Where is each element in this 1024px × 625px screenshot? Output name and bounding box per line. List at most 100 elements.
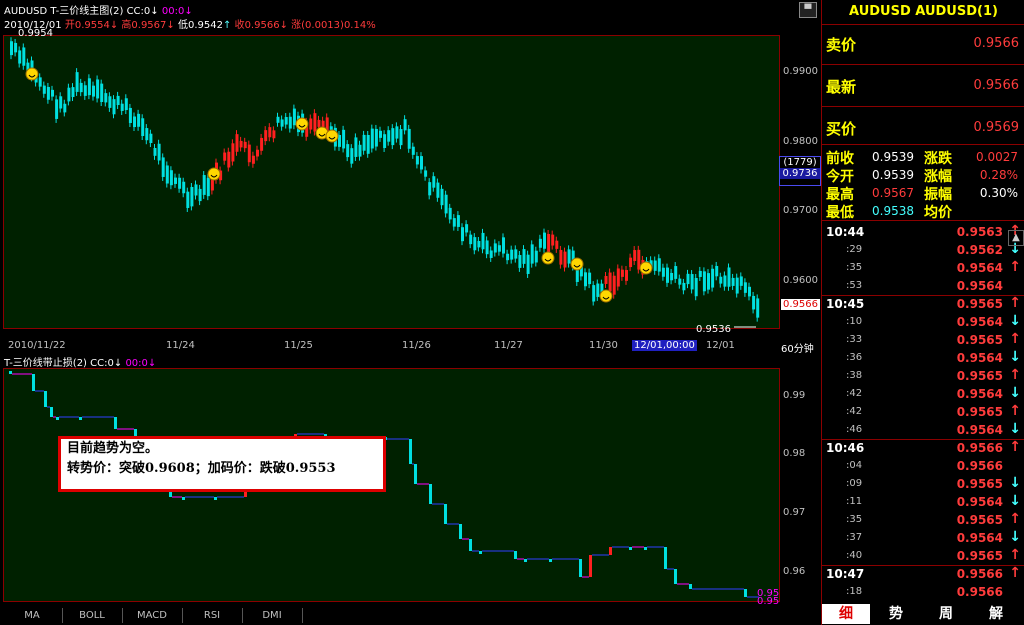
candle: [465, 224, 469, 233]
stat-value: 0.30%: [979, 186, 1018, 200]
tick-price: 0.9566: [956, 441, 1003, 455]
candle: [748, 286, 751, 297]
candle: [497, 245, 501, 252]
tick-row: :33 0.9565 ↑: [822, 331, 1024, 349]
candle: [256, 149, 259, 157]
tab-week[interactable]: 周: [922, 604, 970, 624]
candle: [653, 260, 657, 271]
candle: [137, 113, 141, 127]
arrow-up-icon: ↑: [1009, 331, 1021, 347]
candle: [108, 96, 112, 108]
tick-row: :11 0.9564 ↓: [822, 493, 1024, 511]
candle: [407, 128, 411, 149]
candle: [239, 140, 243, 148]
candle: [358, 144, 362, 157]
candle: [374, 128, 378, 147]
tick-price: 0.9562: [956, 243, 1003, 257]
tick-row: :35 0.9564 ↑: [822, 259, 1024, 277]
main-candlestick-plot[interactable]: 0.9954 0.9536: [3, 28, 780, 335]
ohlc-readout: 2010/12/01 开0.9554↓ 高0.9567↓ 低0.9542↑ 收0…: [4, 20, 376, 31]
trend-line: 目前趋势为空。: [67, 441, 159, 456]
tick-row: :46 0.9564 ↓: [822, 421, 1024, 439]
candle: [268, 127, 272, 138]
candle: [719, 276, 723, 284]
smiley-signal-icon: [570, 257, 584, 271]
divider: [822, 144, 1024, 145]
divider: [822, 565, 1024, 566]
candle: [731, 277, 735, 286]
candle: [424, 170, 428, 177]
tick-time: 10:45: [826, 297, 865, 311]
tick-row: :29 0.9562 ↓: [822, 241, 1024, 259]
step-bar: [524, 559, 527, 562]
tick-row: 10:46 0.9566 ↑: [822, 439, 1024, 457]
candle: [284, 117, 288, 125]
candle: [174, 177, 177, 184]
candle: [399, 129, 403, 146]
arrow-down-icon: ↓: [1009, 349, 1021, 365]
candle: [260, 137, 264, 151]
tick-time: 10:47: [826, 567, 865, 581]
step-bar: [589, 555, 592, 577]
candle: [629, 257, 633, 268]
main-price-axis: ▀ 0.9900 0.9800 0.9700 0.9600 (1779) 0.9…: [779, 0, 821, 355]
arrow-up-icon: ↑: [1009, 403, 1021, 419]
y-tick: 0.9900: [783, 66, 818, 77]
tick-row: :18 0.9566: [822, 583, 1024, 601]
low-value: 0.9542: [187, 20, 223, 31]
step-bar: [44, 391, 47, 407]
tick-time: :36: [846, 352, 863, 363]
candle: [616, 268, 620, 287]
tick-time: :11: [846, 496, 863, 507]
step-bar: [579, 559, 582, 577]
tick-row: :09 0.9565 ↓: [822, 475, 1024, 493]
y-tick: 0.9600: [783, 275, 818, 286]
x-date-cursor-label: 12/01,00:00: [632, 340, 697, 351]
tab-macd[interactable]: MACD: [122, 608, 183, 623]
candle: [707, 273, 710, 290]
candle: [723, 275, 727, 287]
tab-trend[interactable]: 势: [872, 604, 920, 624]
tick-row: :04 0.9566: [822, 457, 1024, 475]
tick-row: :36 0.9564 ↓: [822, 349, 1024, 367]
candle: [469, 234, 473, 245]
tab-ma[interactable]: MA: [2, 608, 63, 623]
tab-detail[interactable]: 细: [822, 604, 870, 624]
tick-time: :53: [846, 280, 863, 291]
latest-label: 最新: [826, 78, 857, 96]
candle: [231, 143, 235, 162]
scroll-top-button[interactable]: ▀: [799, 2, 817, 18]
tick-price: 0.9566: [956, 567, 1003, 581]
tick-row: :35 0.9565 ↑: [822, 511, 1024, 529]
candle: [625, 270, 628, 281]
step-bar: [469, 539, 472, 551]
stat-value: 0.9567: [872, 186, 914, 200]
last-price-tag: 0.9566: [781, 299, 820, 310]
tab-explain[interactable]: 解: [972, 604, 1020, 624]
candle: [522, 249, 526, 264]
candle: [149, 133, 153, 144]
candle: [444, 194, 448, 214]
candle: [198, 188, 202, 202]
candlestick-svg: [10, 37, 760, 328]
candle: [448, 207, 452, 220]
tick-row: :42 0.9565 ↑: [822, 403, 1024, 421]
tick-time: :29: [846, 244, 863, 255]
tick-time: :42: [846, 406, 863, 417]
tab-rsi[interactable]: RSI: [182, 608, 243, 623]
step-bar: [214, 497, 217, 500]
divider: [822, 439, 1024, 440]
step-bar: [664, 547, 667, 569]
tick-price: 0.9565: [956, 405, 1003, 419]
candle: [592, 285, 596, 302]
candle: [727, 267, 731, 287]
step-bar: [409, 439, 412, 464]
tick-scroll-up-icon[interactable]: ▲: [1008, 230, 1024, 246]
candle: [75, 72, 79, 92]
candle: [313, 113, 317, 132]
tab-boll[interactable]: BOLL: [62, 608, 123, 623]
candle: [559, 249, 563, 265]
candle: [584, 272, 587, 287]
tab-dmi[interactable]: DMI: [242, 608, 303, 623]
step-bar: [50, 407, 53, 417]
